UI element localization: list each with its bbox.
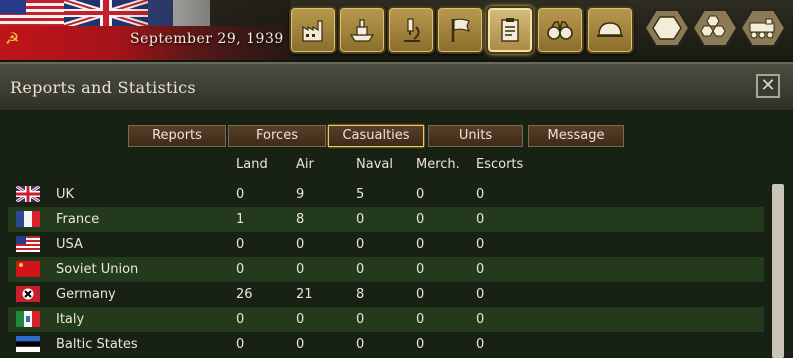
table-row[interactable]: Germany 26 21 8 0 0 xyxy=(8,282,764,307)
table-row[interactable]: Soviet Union 0 0 0 0 0 xyxy=(8,257,764,282)
cell-land: 1 xyxy=(236,212,245,227)
cell-escorts: 0 xyxy=(476,237,485,252)
country-name: UK xyxy=(56,187,75,202)
column-header-air: Air xyxy=(296,157,314,172)
soviet-flag-icon xyxy=(16,261,40,277)
hex-grid-button[interactable] xyxy=(691,8,739,48)
cell-merch: 0 xyxy=(416,337,425,352)
production-button[interactable] xyxy=(289,6,337,54)
table-scrollbar[interactable] xyxy=(772,184,784,358)
cell-land: 0 xyxy=(236,337,245,352)
cell-air: 0 xyxy=(296,312,305,327)
objectives-button[interactable] xyxy=(436,6,484,54)
germany-flag-icon xyxy=(16,286,40,302)
helmet-icon xyxy=(597,22,623,37)
usa-flag-icon xyxy=(16,236,40,252)
hex-toggle-button[interactable] xyxy=(643,8,691,48)
tab-forces[interactable]: Forces xyxy=(228,125,326,147)
cell-merch: 0 xyxy=(416,312,425,327)
table-row[interactable]: USA 0 0 0 0 0 xyxy=(8,232,764,257)
cell-air: 0 xyxy=(296,337,305,352)
table-row[interactable]: France 1 8 0 0 0 xyxy=(8,207,764,232)
cell-air: 0 xyxy=(296,262,305,277)
ship-icon xyxy=(349,19,375,42)
cell-escorts: 0 xyxy=(476,262,485,277)
research-button[interactable] xyxy=(387,6,435,54)
cell-naval: 0 xyxy=(356,237,365,252)
france-flag-icon xyxy=(16,211,40,227)
cell-merch: 0 xyxy=(416,237,425,252)
baltic-flag-icon xyxy=(16,336,40,352)
tab-message[interactable]: Message xyxy=(528,125,624,147)
uk-flag-icon xyxy=(16,186,40,202)
units-button[interactable] xyxy=(586,6,634,54)
cell-merch: 0 xyxy=(416,262,425,277)
intelligence-button[interactable] xyxy=(536,6,584,54)
cell-naval: 5 xyxy=(356,187,365,202)
reports-button[interactable] xyxy=(486,6,534,54)
hex-grid-icon xyxy=(691,9,739,47)
rail-button[interactable] xyxy=(739,8,787,48)
column-headers: Land Air Naval Merch. Escorts xyxy=(0,157,793,177)
country-name: Baltic States xyxy=(56,337,138,352)
factory-icon xyxy=(302,20,323,42)
cell-naval: 8 xyxy=(356,287,365,302)
table-row[interactable]: Baltic States 0 0 0 0 0 xyxy=(8,332,764,357)
cell-land: 0 xyxy=(236,237,245,252)
cell-escorts: 0 xyxy=(476,212,485,227)
cell-land: 0 xyxy=(236,262,245,277)
country-name: Italy xyxy=(56,312,85,327)
close-button[interactable]: ✕ xyxy=(756,74,780,98)
cell-merch: 0 xyxy=(416,212,425,227)
cell-escorts: 0 xyxy=(476,337,485,352)
cell-naval: 0 xyxy=(356,312,365,327)
cell-escorts: 0 xyxy=(476,312,485,327)
cell-naval: 0 xyxy=(356,212,365,227)
cell-land: 0 xyxy=(236,187,245,202)
diplomacy-button[interactable] xyxy=(338,6,386,54)
country-name: USA xyxy=(56,237,83,252)
top-bar: ☭ September 29, 1939 xyxy=(0,0,793,60)
close-icon: ✕ xyxy=(760,75,776,96)
panel-header: Reports and Statistics ✕ xyxy=(0,64,793,111)
tab-units[interactable]: Units xyxy=(428,125,523,147)
cell-land: 26 xyxy=(236,287,253,302)
column-header-naval: Naval xyxy=(356,157,393,172)
cell-escorts: 0 xyxy=(476,187,485,202)
country-name: France xyxy=(56,212,100,227)
cell-naval: 0 xyxy=(356,337,365,352)
country-name: Germany xyxy=(56,287,116,302)
column-header-escorts: Escorts xyxy=(476,157,524,172)
reports-panel: Reports and Statistics ✕ Reports Forces … xyxy=(0,62,793,358)
cell-land: 0 xyxy=(236,312,245,327)
table-row[interactable]: UK 0 9 5 0 0 xyxy=(8,182,764,207)
column-header-land: Land xyxy=(236,157,268,172)
locomotive-icon xyxy=(739,9,787,47)
cell-air: 21 xyxy=(296,287,313,302)
cell-merch: 0 xyxy=(416,287,425,302)
allied-flags-banner: ☭ xyxy=(0,0,290,60)
column-header-merch: Merch. xyxy=(416,157,460,172)
binoculars-icon xyxy=(547,21,573,40)
current-date: September 29, 1939 xyxy=(130,31,284,47)
tab-casualties[interactable]: Casualties xyxy=(328,125,424,147)
flag-icon xyxy=(451,18,471,42)
cell-air: 8 xyxy=(296,212,305,227)
cell-escorts: 0 xyxy=(476,287,485,302)
country-name: Soviet Union xyxy=(56,262,139,277)
table-row[interactable]: Italy 0 0 0 0 0 xyxy=(8,307,764,332)
microscope-icon xyxy=(404,18,420,42)
cell-air: 9 xyxy=(296,187,305,202)
cell-merch: 0 xyxy=(416,187,425,202)
italy-flag-icon xyxy=(16,311,40,327)
hexagon-icon xyxy=(643,9,691,47)
clipboard-icon xyxy=(501,18,519,42)
cell-naval: 0 xyxy=(356,262,365,277)
tab-reports[interactable]: Reports xyxy=(128,125,226,147)
cell-air: 0 xyxy=(296,237,305,252)
panel-title: Reports and Statistics xyxy=(10,78,196,97)
